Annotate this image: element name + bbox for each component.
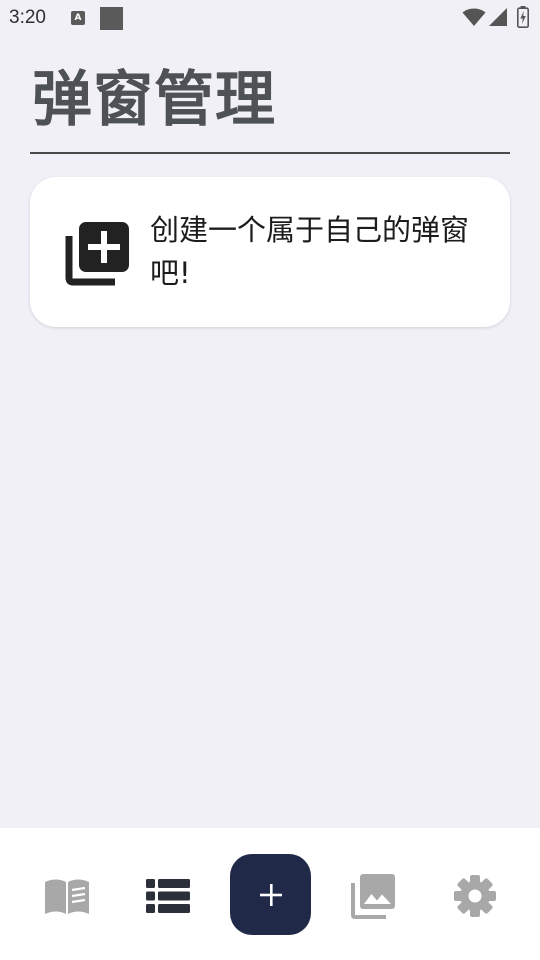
status-time: 3:20 [9,7,46,28]
create-popup-card[interactable]: 创建一个属于自己的弹窗吧! [30,177,510,327]
bottom-navigation [0,828,540,960]
gear-icon [454,875,496,917]
a-notification-icon: A [71,11,85,25]
nav-item-guide[interactable] [42,872,92,920]
photo-library-icon [351,874,395,919]
title-divider [30,152,510,154]
plus-icon [259,883,282,906]
list-icon [146,879,190,913]
add-to-collection-icon [65,222,129,286]
nav-item-gallery[interactable] [348,872,398,920]
nav-item-list[interactable] [143,872,193,920]
book-open-icon [45,879,89,914]
add-popup-button[interactable] [230,854,311,935]
nav-item-settings[interactable] [450,872,500,920]
square-notification-icon [100,7,123,30]
create-popup-text: 创建一个属于自己的弹窗吧! [150,213,470,290]
cellular-signal-icon [489,8,507,26]
page-title: 弹窗管理 [32,65,276,135]
battery-charging-icon [517,6,529,28]
wifi-icon [462,8,486,26]
status-bar: 3:20 A [0,0,540,36]
